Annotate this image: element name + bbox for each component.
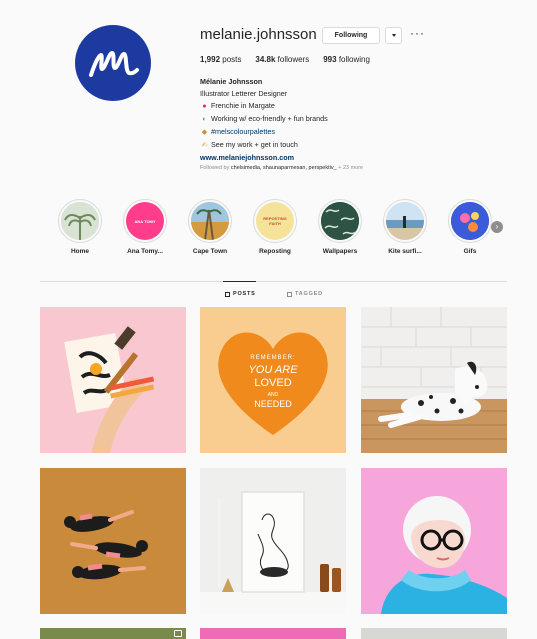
post-tile[interactable] [200,468,346,614]
highlight-label: Gifs [463,248,477,255]
highlight-reposting[interactable]: REPOSTING FAITH Reposting [244,199,306,255]
post-tile[interactable]: REMEMBER: YOU ARE LOVED AND NEEDED [200,307,346,453]
bio-line: ● Frenchie in Margate [200,100,328,113]
svg-text:REMEMBER:: REMEMBER: [250,355,295,361]
posts-stat: 1,992 posts [200,55,242,64]
globe-icon: ◐ [202,116,207,123]
highlight-label: Reposting [259,248,291,255]
grid-icon [225,291,230,297]
svg-text:LOVED: LOVED [254,377,291,389]
website-link[interactable]: www.melaniejohnsson.com [200,152,328,164]
highlight-cover [321,202,359,240]
highlight-cover [191,202,229,240]
hashtag-link[interactable]: #melscolourpalettes [211,127,275,136]
chevron-right-icon[interactable]: › [491,221,503,233]
highlight-ana-tomy[interactable]: ANA TOMY Ana Tomy... [114,199,176,255]
suggested-dropdown-button[interactable] [385,27,402,44]
ellipsis-icon: ··· [410,26,425,40]
profile-avatar[interactable] [75,25,151,101]
highlight-label: Home [70,248,90,255]
highlight-cover [61,202,99,240]
profile-username: melanie.johnsson [200,26,317,43]
post-tile[interactable] [361,468,507,614]
chevron-down-icon [391,34,396,37]
highlight-label: Ana Tomy... [127,248,163,255]
profile-bio: Mélanie Johnsson Illustrator Letterer De… [200,76,328,164]
svg-text:AND: AND [268,392,279,398]
highlight-cover [386,202,424,240]
tab-posts[interactable]: POSTS [225,291,256,297]
post-tile[interactable] [361,307,507,453]
writing-hand-icon: ✍ [201,142,208,149]
highlight-cover: ANA TOMY [126,202,164,240]
bio-line: Illustrator Letterer Designer [200,89,288,98]
tabs-divider [40,281,507,282]
highlight-label: Kite surfi... [388,248,422,255]
video-icon [174,630,182,637]
followers-stat[interactable]: 34.8k followers [255,55,309,64]
highlight-label: Cape Town [192,248,228,255]
post-tile[interactable] [40,468,186,614]
followed-by[interactable]: Followed by chelsimedia, shaunaparmesan,… [200,165,363,171]
svg-text:YOU ARE: YOU ARE [248,364,298,376]
active-tab-indicator [223,281,256,282]
highlight-cover [451,202,489,240]
pin-icon: ● [202,103,207,110]
options-button[interactable]: ··· [410,26,425,40]
tag-icon [287,291,292,297]
tab-tagged[interactable]: TAGGED [287,291,323,297]
profile-stats: 1,992 posts 34.8k followers 993 followin… [200,55,370,64]
bio-line: ✍ See my work + get in touch [200,139,328,152]
post-tile[interactable] [200,628,346,639]
highlight-label: Wallpapers [322,248,358,255]
svg-text:NEEDED: NEEDED [254,399,292,409]
highlight-home[interactable]: Home [49,199,111,255]
logo-m-icon [89,51,139,77]
highlight-cape-town[interactable]: Cape Town [179,199,241,255]
following-stat[interactable]: 993 following [323,55,370,64]
post-tile[interactable] [40,628,186,639]
full-name: Mélanie Johnsson [200,77,263,86]
bio-line: ◆ #melscolourpalettes [200,126,328,139]
following-button[interactable]: Following [322,27,380,44]
post-tile[interactable] [361,628,507,639]
highlight-cover: REPOSTING FAITH [256,202,294,240]
bio-line: ◐ Working w/ eco-friendly + fun brands [200,113,327,126]
palette-icon: ◆ [201,129,208,136]
post-tile[interactable] [40,307,186,453]
highlight-kite-surfing[interactable]: Kite surfi... [374,199,436,255]
highlight-wallpapers[interactable]: Wallpapers [309,199,371,255]
